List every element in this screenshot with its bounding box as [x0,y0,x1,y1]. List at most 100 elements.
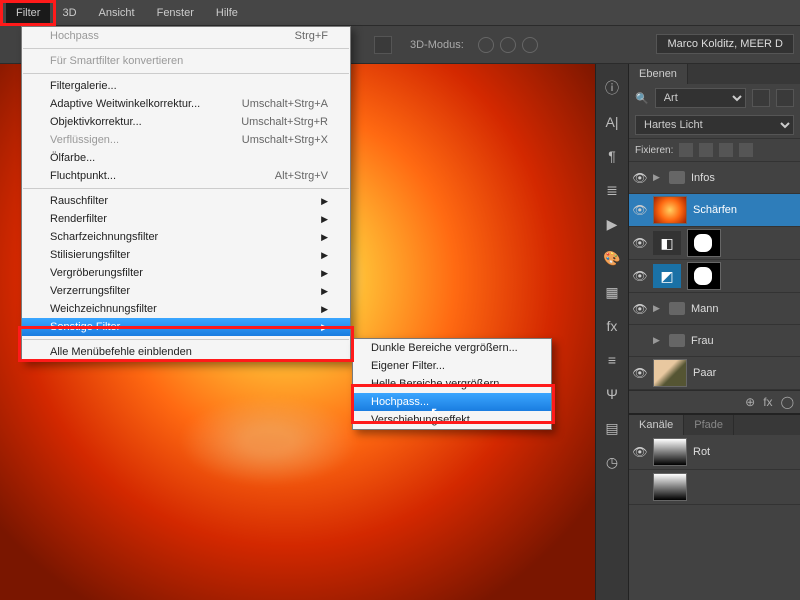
filter-adj-icon[interactable] [776,89,794,107]
submenu-minimum[interactable]: Dunkle Bereiche vergrößern... [353,339,551,357]
menu-window[interactable]: Fenster [147,3,204,23]
chevron-right-icon[interactable]: ▶ [653,335,663,346]
layer-thumbnail[interactable] [653,196,687,224]
tab-layers[interactable]: Ebenen [629,64,688,84]
stack-icon[interactable]: ▤ [602,418,622,438]
visibility-icon[interactable] [633,334,647,348]
menu-noise[interactable]: Rauschfilter▶ [22,192,350,210]
info-icon[interactable]: ⓘ [602,78,622,98]
chevron-right-icon[interactable]: ▶ [653,303,663,314]
filter-menu-dropdown: HochpassStrg+F Für Smartfilter konvertie… [21,26,351,362]
submenu-highpass[interactable]: Hochpass... [353,393,551,411]
submenu-offset[interactable]: Verschiebungseffekt... [353,411,551,429]
layer-mask-thumb[interactable] [687,262,721,290]
lock-pixels-icon[interactable] [699,143,713,157]
menu-3d[interactable]: 3D [52,3,86,23]
menu-pixelate[interactable]: Vergröberungsfilter▶ [22,264,350,282]
panels: Ebenen 🔍 Art Hartes Licht Fixieren: 👁 ▶ … [628,64,800,600]
link-icon[interactable]: ⊕ [745,395,755,409]
lock-transparency-icon[interactable] [679,143,693,157]
pan-icon[interactable] [500,37,516,53]
layer-adjustment-1[interactable]: 👁 ◧ [629,227,800,260]
layer-paar[interactable]: 👁 Paar [629,357,800,390]
layer-thumbnail[interactable] [653,359,687,387]
submenu-custom[interactable]: Eigener Filter... [353,357,551,375]
fork-icon[interactable]: Ψ [602,384,622,404]
menu-liquify[interactable]: Verflüssigen...Umschalt+Strg+X [22,131,350,149]
swatches-icon[interactable]: 🎨 [602,248,622,268]
filter-pixel-icon[interactable] [752,89,770,107]
visibility-icon[interactable]: 👁 [633,366,647,380]
adjust-icon[interactable]: ≣ [602,180,622,200]
layer-group-frau[interactable]: ▶ Frau [629,325,800,357]
lock-row: Fixieren: [629,138,800,162]
blend-mode-select[interactable]: Hartes Licht [635,115,794,135]
menu-filter[interactable]: Filter [6,3,50,23]
collapsed-panel-dock: ⓘ A| ¶ ≣ ▶ 🎨 ▦ fx ≡ Ψ ▤ ◷ [595,64,628,600]
menu-lens-correction[interactable]: Objektivkorrektur...Umschalt+Strg+R [22,113,350,131]
tab-channels[interactable]: Kanäle [629,415,684,435]
menu-view[interactable]: Ansicht [89,3,145,23]
menu-distort[interactable]: Verzerrungsfilter▶ [22,282,350,300]
menu-render[interactable]: Renderfilter▶ [22,210,350,228]
layer-list: 👁 ▶ Infos 👁 Schärfen 👁 ◧ 👁 ◩ 👁 [629,162,800,390]
visibility-icon[interactable]: 👁 [633,171,647,185]
menu-help[interactable]: Hilfe [206,3,248,23]
orbit-icon[interactable] [478,37,494,53]
menubar: Filter 3D Ansicht Fenster Hilfe [0,0,800,26]
tab-paths[interactable]: Pfade [684,415,734,435]
visibility-icon[interactable] [633,480,647,494]
menu-filter-gallery[interactable]: Filtergalerie... [22,77,350,95]
menu-adaptive-wide[interactable]: Adaptive Weitwinkelkorrektur...Umschalt+… [22,95,350,113]
channel-thumb[interactable] [653,473,687,501]
menu-vanishing-point[interactable]: Fluchtpunkt...Alt+Strg+V [22,167,350,185]
lock-label: Fixieren: [635,145,673,156]
styles-icon[interactable]: ▦ [602,282,622,302]
fx-icon[interactable]: fx [602,316,622,336]
search-icon[interactable]: 🔍 [635,92,649,105]
adjustment-icon[interactable]: ◧ [653,231,681,255]
layer-group-mann[interactable]: 👁 ▶ Mann [629,293,800,325]
roll-icon[interactable] [522,37,538,53]
channel-row[interactable]: 👁 Rot [629,435,800,470]
visibility-icon[interactable]: 👁 [633,269,647,283]
menu-other[interactable]: Sonstige Filter▶ [22,318,350,336]
chevron-right-icon[interactable]: ▶ [653,172,663,183]
document-title[interactable]: Marco Kolditz, MEER D [656,34,794,54]
visibility-icon[interactable]: 👁 [633,302,647,316]
layers-panel-tabs: Ebenen [629,64,800,84]
layer-group-infos[interactable]: 👁 ▶ Infos [629,162,800,194]
paragraph-icon[interactable]: ¶ [602,146,622,166]
menu-oil-paint[interactable]: Ölfarbe... [22,149,350,167]
history-icon[interactable]: ▶ [602,214,622,234]
lock-all-icon[interactable] [739,143,753,157]
lock-position-icon[interactable] [719,143,733,157]
menu-last-filter[interactable]: HochpassStrg+F [22,27,350,45]
visibility-icon[interactable]: 👁 [633,236,647,250]
filter-type-select[interactable]: Art [655,88,746,108]
mode-label: 3D-Modus: [410,39,464,51]
type-icon[interactable]: A| [602,112,622,132]
menu-sharpen[interactable]: Scharfzeichnungsfilter▶ [22,228,350,246]
mask-icon[interactable]: ◯ [781,395,794,409]
visibility-icon[interactable]: 👁 [633,203,647,217]
menu-stylize[interactable]: Stilisierungsfilter▶ [22,246,350,264]
fx-icon[interactable]: fx [763,395,772,409]
menu-blur[interactable]: Weichzeichnungsfilter▶ [22,300,350,318]
menu-show-all[interactable]: Alle Menübefehle einblenden [22,343,350,361]
folder-icon [669,334,685,347]
grid-icon[interactable] [374,36,392,54]
clock-icon[interactable]: ◷ [602,452,622,472]
layers-footer: ⊕ fx ◯ [629,390,800,413]
visibility-icon[interactable]: 👁 [633,445,647,459]
other-filters-submenu: Dunkle Bereiche vergrößern... Eigener Fi… [352,338,552,430]
submenu-maximum[interactable]: Helle Bereiche vergrößern... [353,375,551,393]
channel-row[interactable] [629,470,800,505]
layer-adjustment-2[interactable]: 👁 ◩ [629,260,800,293]
menu-convert-smart[interactable]: Für Smartfilter konvertieren [22,52,350,70]
tune-icon[interactable]: ≡ [602,350,622,370]
channel-thumb[interactable] [653,438,687,466]
layer-schaerfen[interactable]: 👁 Schärfen [629,194,800,227]
layer-mask-thumb[interactable] [687,229,721,257]
adjustment-icon[interactable]: ◩ [653,264,681,288]
